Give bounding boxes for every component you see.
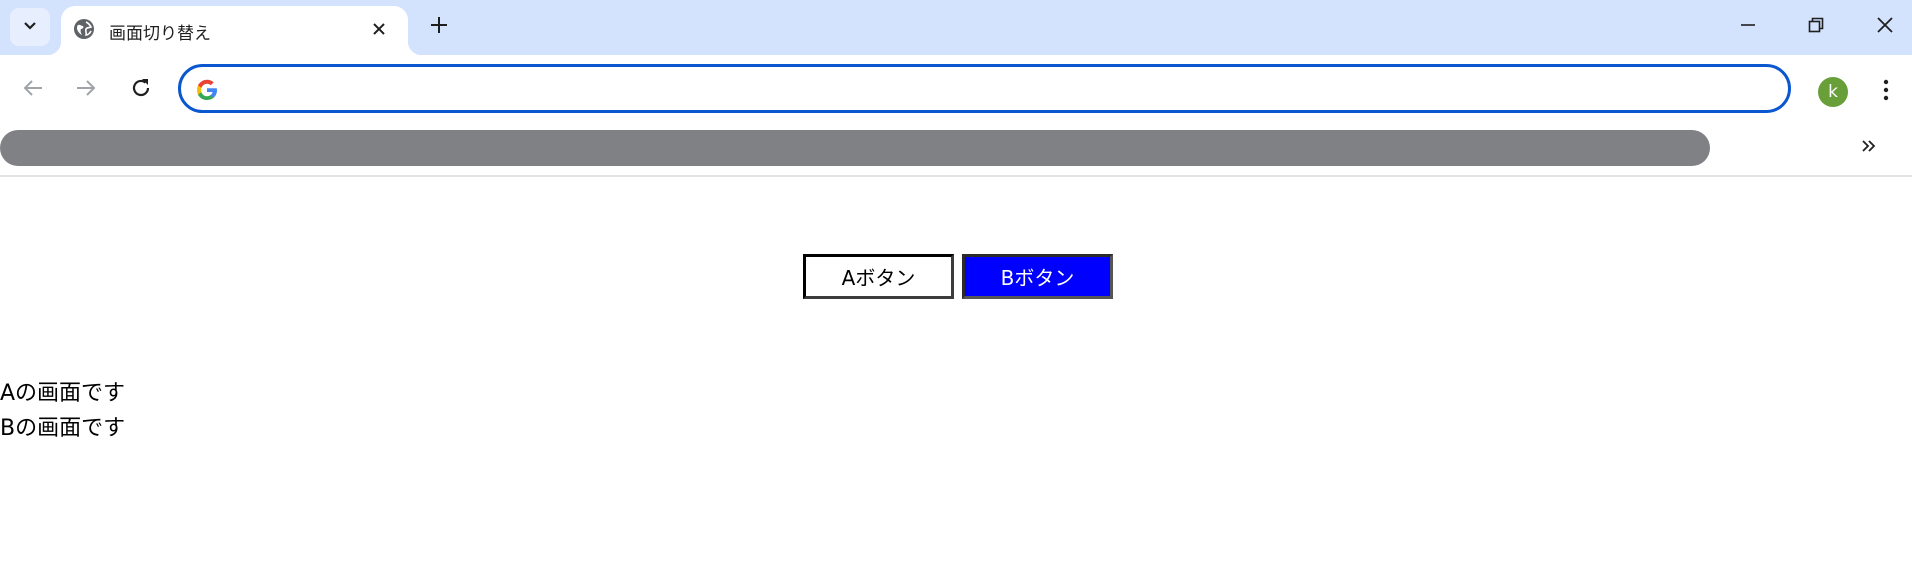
tab-search-button[interactable]	[10, 8, 50, 46]
tab-title: 画面切り替え	[109, 24, 211, 44]
arrow-right-icon	[75, 77, 97, 103]
tab-strip: 画面切り替え	[0, 0, 1912, 55]
reload-button[interactable]	[126, 75, 156, 105]
restore-icon	[1808, 17, 1824, 37]
address-bar[interactable]	[178, 64, 1791, 113]
address-input[interactable]	[231, 73, 1735, 105]
minimize-button[interactable]	[1728, 10, 1768, 44]
screen-a-text: Aの画面です	[0, 381, 126, 406]
close-icon	[1876, 16, 1894, 38]
bookmarks-bar	[0, 127, 1912, 177]
page-content: Aボタン Bボタン Aの画面です Bの画面です	[0, 177, 1912, 582]
profile-avatar[interactable]: k	[1818, 77, 1848, 107]
reload-icon	[130, 77, 152, 103]
a-button[interactable]: Aボタン	[803, 254, 954, 299]
minimize-icon	[1740, 17, 1756, 37]
google-icon	[195, 78, 219, 102]
forward-button[interactable]	[71, 75, 101, 105]
browser-menu-button[interactable]	[1874, 75, 1898, 109]
bookmarks-bar-redacted	[0, 130, 1710, 166]
profile-initial: k	[1828, 82, 1838, 102]
browser-tab[interactable]: 画面切り替え	[47, 6, 422, 55]
close-tab-icon[interactable]	[366, 16, 392, 42]
restore-button[interactable]	[1796, 10, 1836, 44]
screen-b-text: Bの画面です	[0, 416, 126, 441]
arrow-left-icon	[22, 77, 44, 103]
browser-toolbar: k	[0, 55, 1912, 127]
bookmarks-overflow-button[interactable]	[1855, 134, 1883, 162]
close-window-button[interactable]	[1865, 10, 1905, 44]
double-chevron-right-icon	[1860, 137, 1878, 159]
chevron-down-icon	[22, 17, 38, 37]
plus-icon	[430, 16, 448, 38]
more-vertical-icon	[1883, 79, 1889, 105]
back-button[interactable]	[18, 75, 48, 105]
screen-switch-buttons: Aボタン Bボタン	[803, 254, 1113, 299]
globe-icon	[72, 17, 96, 41]
new-tab-button[interactable]	[425, 13, 453, 41]
b-button[interactable]: Bボタン	[962, 254, 1113, 299]
